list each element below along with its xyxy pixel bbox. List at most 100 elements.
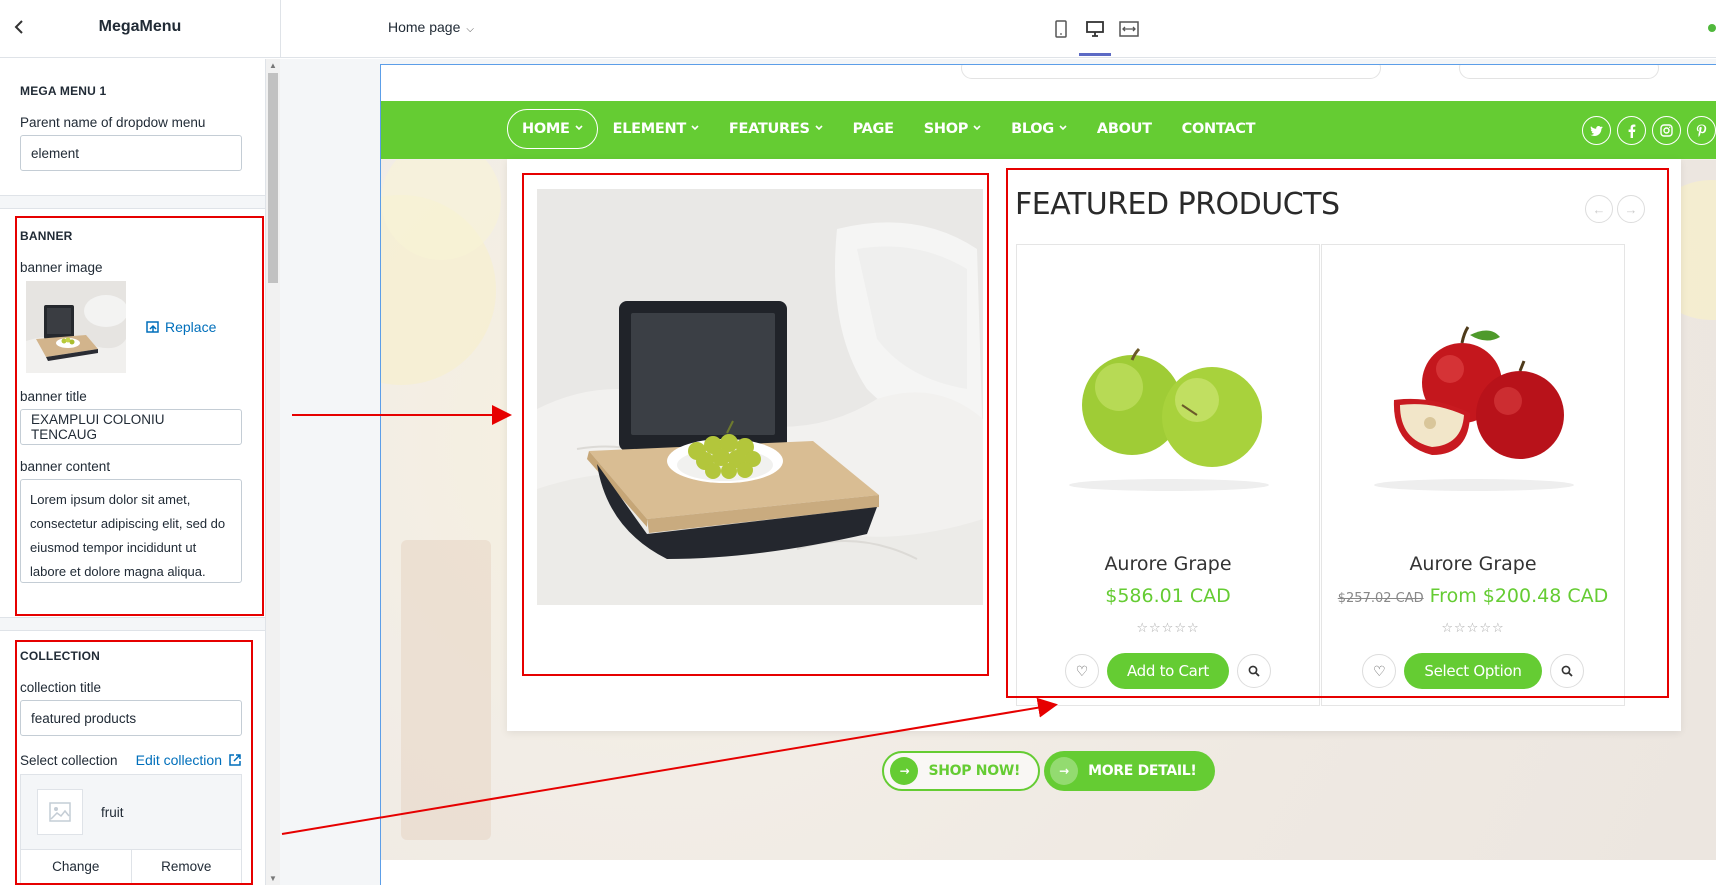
- section-heading: BANNER: [20, 229, 73, 243]
- product-price: $586.01 CAD: [1017, 585, 1319, 607]
- current-price: $586.01 CAD: [1105, 585, 1231, 607]
- chevron-down-icon: [973, 124, 981, 134]
- product-price: $257.02 CAD From $200.48 CAD: [1322, 585, 1624, 607]
- product-actions: ♡ Select Option: [1322, 653, 1624, 689]
- nav-item-home[interactable]: HOME: [507, 109, 598, 149]
- edit-collection-label: Edit collection: [135, 752, 222, 768]
- page-bottom: [381, 860, 1716, 885]
- nav-item-blog[interactable]: BLOG: [996, 109, 1082, 149]
- chevron-down-icon: [575, 124, 583, 134]
- heart-icon[interactable]: ♡: [1064, 654, 1099, 688]
- store-preview-frame: HOME ELEMENT FEATURES PAGE SHOP BLOG ABOUT CONT…: [380, 64, 1716, 885]
- rating-stars: ☆☆☆☆☆: [1441, 620, 1505, 635]
- product-name[interactable]: Aurore Grape: [1017, 553, 1319, 575]
- arrow-right-icon: →: [1050, 757, 1079, 785]
- collection-title-input[interactable]: featured products: [20, 700, 242, 736]
- twitter-icon[interactable]: [1582, 116, 1611, 145]
- nav-item-label: HOME: [522, 121, 570, 137]
- nav-item-shop[interactable]: SHOP: [909, 109, 996, 149]
- search-bar[interactable]: [961, 65, 1381, 79]
- product-card[interactable]: Aurore Grape $257.02 CAD From $200.48 CAD…: [1321, 244, 1625, 706]
- remove-collection-button[interactable]: Remove: [132, 850, 242, 883]
- image-placeholder-icon: [37, 789, 83, 835]
- change-collection-button[interactable]: Change: [21, 850, 132, 883]
- banner-image-thumbnail[interactable]: [26, 281, 126, 373]
- field-label: Parent name of dropdow menu: [20, 115, 206, 130]
- panel-title: MegaMenu: [98, 18, 182, 35]
- selected-collection-card: fruit Change Remove: [20, 774, 242, 884]
- replace-icon: [146, 321, 159, 333]
- banner-content-textarea[interactable]: Lorem ipsum dolor sit amet, consectetur …: [20, 479, 242, 583]
- scroll-down-icon[interactable]: ▼: [269, 874, 277, 883]
- collection-name: fruit: [101, 804, 124, 820]
- replace-label: Replace: [165, 319, 217, 335]
- carousel-controls: ← →: [1585, 195, 1645, 223]
- arrow-left-icon[interactable]: ←: [1585, 195, 1613, 223]
- store-header: [381, 65, 1716, 101]
- scroll-thumb[interactable]: [268, 73, 278, 283]
- search-icon[interactable]: [1549, 654, 1584, 688]
- nav-item-page[interactable]: PAGE: [838, 109, 909, 149]
- product-image[interactable]: [1352, 305, 1596, 495]
- facebook-icon[interactable]: [1617, 116, 1646, 145]
- banner-title-input[interactable]: EXAMPLUI COLONIU TENCAUG: [20, 409, 242, 445]
- edit-collection-link[interactable]: Edit collection: [136, 752, 242, 768]
- nav-menu: HOME ELEMENT FEATURES PAGE SHOP BLOG ABOUT CONT…: [507, 109, 1270, 149]
- product-name[interactable]: Aurore Grape: [1322, 553, 1624, 575]
- nav-item-features[interactable]: FEATURES: [714, 109, 838, 149]
- product-image[interactable]: [1047, 305, 1291, 495]
- nav-item-contact[interactable]: CONTACT: [1167, 109, 1271, 149]
- chevron-down-icon: [1059, 124, 1067, 134]
- full-width-icon[interactable]: [1118, 16, 1140, 42]
- field-label: collection title: [20, 680, 102, 695]
- sidebar-scrollbar[interactable]: ▲ ▼: [266, 59, 280, 885]
- nav-item-label: ABOUT: [1096, 121, 1152, 137]
- replace-image-link[interactable]: Replace: [146, 319, 216, 335]
- more-detail-label: MORE DETAIL!: [1088, 763, 1197, 779]
- field-label: Select collection: [20, 752, 118, 768]
- nav-item-label: PAGE: [852, 121, 894, 137]
- section-separator: [0, 195, 265, 209]
- instagram-icon[interactable]: [1652, 116, 1681, 145]
- header-widget[interactable]: [1459, 65, 1659, 79]
- section-separator: [0, 617, 265, 631]
- heart-icon[interactable]: ♡: [1362, 654, 1397, 688]
- search-icon[interactable]: [1237, 654, 1272, 688]
- field-label: banner image: [20, 260, 103, 275]
- hero-buttons: → SHOP NOW! → MORE DETAIL!: [381, 751, 1716, 791]
- nav-item-label: FEATURES: [728, 121, 810, 137]
- section-heading: COLLECTION: [20, 649, 100, 663]
- page-selector-label: Home page: [388, 19, 461, 35]
- mega-menu-section: MEGA MENU 1 Parent name of dropdow menu …: [0, 84, 265, 171]
- field-label: banner content: [20, 459, 111, 474]
- arrow-right-icon[interactable]: →: [1617, 195, 1645, 223]
- external-link-icon: [229, 754, 241, 766]
- scroll-up-icon[interactable]: ▲: [269, 61, 277, 70]
- add-to-cart-button[interactable]: Add to Cart: [1106, 653, 1230, 689]
- compare-at-price: $257.02 CAD: [1337, 591, 1424, 606]
- parent-name-input[interactable]: element: [20, 135, 242, 171]
- arrow-right-icon: →: [890, 757, 919, 785]
- select-option-button[interactable]: Select Option: [1404, 653, 1542, 689]
- field-label: banner title: [20, 389, 87, 404]
- store-navbar: HOME ELEMENT FEATURES PAGE SHOP BLOG ABOUT CONT…: [381, 101, 1716, 159]
- mega-menu-banner-image[interactable]: [537, 189, 983, 605]
- preview-canvas: HOME ELEMENT FEATURES PAGE SHOP BLOG ABOUT CONT…: [280, 59, 1716, 885]
- pinterest-icon[interactable]: [1687, 116, 1716, 145]
- nav-item-label: BLOG: [1011, 121, 1054, 137]
- featured-products-title: FEATURED PRODUCTS: [1015, 187, 1340, 222]
- shop-now-button[interactable]: → SHOP NOW!: [882, 751, 1041, 791]
- shop-now-label: SHOP NOW!: [928, 763, 1021, 779]
- nav-item-element[interactable]: ELEMENT: [598, 109, 714, 149]
- product-card[interactable]: Aurore Grape $586.01 CAD ☆☆☆☆☆ ♡ Add to …: [1016, 244, 1320, 706]
- desktop-icon[interactable]: [1079, 16, 1111, 56]
- collection-section: COLLECTION collection title featured pro…: [0, 649, 265, 884]
- nav-item-label: SHOP: [923, 121, 969, 137]
- status-dot: [1708, 24, 1716, 32]
- nav-item-about[interactable]: ABOUT: [1082, 109, 1167, 149]
- page-selector[interactable]: Home page ⌵: [388, 19, 474, 35]
- device-switcher: [1050, 16, 1140, 56]
- mobile-icon[interactable]: [1050, 16, 1072, 42]
- more-detail-button[interactable]: → MORE DETAIL!: [1044, 751, 1215, 791]
- mega-menu-dropdown: FEATURED PRODUCTS ← → Aurore Grape $586.…: [507, 159, 1681, 731]
